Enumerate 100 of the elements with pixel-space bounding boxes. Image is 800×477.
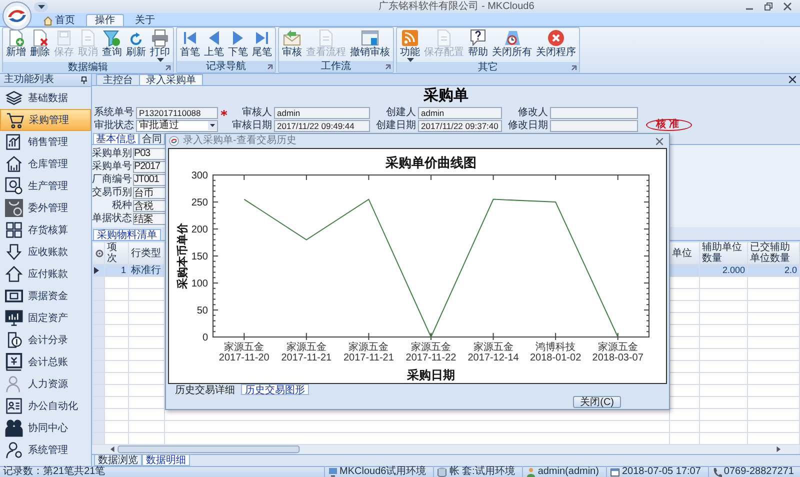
sidebar-item[interactable]: 生产管理 — [0, 175, 91, 197]
ribbon-button[interactable]: 刷新 — [124, 29, 148, 58]
ribbon-button[interactable]: 上笔 — [202, 29, 226, 58]
status-text: MKCloud6试用环境 — [340, 466, 426, 477]
sidebar-item[interactable]: 应付账款 — [0, 263, 91, 285]
category-label: 家源五金 2017-11-21 — [344, 342, 394, 364]
ribbon-tab[interactable]: 首页 — [34, 14, 84, 26]
ribbon-tab[interactable]: 操作 — [86, 14, 124, 26]
settings-icon — [95, 248, 104, 258]
coin-icon — [5, 331, 23, 349]
form-title: 采购单 — [422, 86, 470, 106]
ribbon-button[interactable]: 功能 — [398, 29, 422, 62]
first-icon — [181, 29, 199, 47]
close-icon — [547, 29, 565, 47]
sidebar-item[interactable]: 票据资金 — [0, 285, 91, 307]
ribbon-button[interactable]: 帮助 — [466, 29, 490, 58]
sidebar-item[interactable]: 存货核算 — [0, 219, 91, 241]
ribbon-button[interactable]: 审核 — [280, 29, 304, 58]
tick-label: 0 — [202, 332, 208, 344]
restore-icon[interactable] — [764, 2, 773, 11]
text-field[interactable] — [550, 106, 638, 119]
section-tab[interactable]: 基本信息 — [93, 133, 139, 144]
section-tab[interactable]: 采购物料清单 — [93, 229, 161, 240]
close-button[interactable]: 关闭(C) — [573, 396, 621, 408]
dropdown-field[interactable]: 审批通过 — [136, 120, 218, 132]
home-icon — [43, 16, 53, 26]
text-field[interactable]: 2017/11/22 09:37:40 — [418, 120, 502, 132]
monitor-icon — [5, 309, 23, 327]
field-label: 厂商编号 — [92, 174, 133, 186]
sidebar-item[interactable]: 采购管理 — [0, 109, 91, 131]
magnifier-icon — [5, 177, 23, 195]
ribbon-button[interactable]: 查询 — [100, 29, 124, 58]
close-icon[interactable] — [656, 138, 663, 144]
tick-label: 150 — [191, 252, 208, 262]
scrollbar[interactable] — [92, 445, 799, 454]
book-icon — [5, 353, 23, 371]
view-tab[interactable]: 数据浏览 — [94, 455, 142, 466]
sidebar-item[interactable]: 委外管理 — [0, 197, 91, 219]
field-label: 系统单号 — [93, 107, 135, 119]
ribbon-button[interactable]: 首笔 — [178, 29, 202, 58]
down-arrow-icon — [5, 243, 23, 261]
field-label: 创建人 — [385, 107, 417, 119]
view-tab[interactable]: 历史交易详细 — [171, 384, 239, 395]
logo-icon[interactable] — [2, 1, 32, 31]
text-field[interactable]: admin — [418, 106, 502, 119]
user-icon — [526, 467, 536, 477]
ribbon-button[interactable]: 尾笔 — [250, 29, 274, 58]
ribbon-button[interactable]: 关闭程序 — [534, 29, 578, 58]
document-tab[interactable]: 录入采购单 — [139, 74, 203, 86]
cart-icon — [6, 111, 24, 129]
view-tab[interactable]: 数据明细 — [142, 455, 190, 466]
launcher-icon[interactable] — [385, 64, 391, 70]
launcher-icon[interactable] — [571, 65, 577, 71]
text-field[interactable] — [550, 120, 638, 132]
ribbon-tab[interactable]: 关于 — [126, 14, 164, 26]
launcher-icon[interactable] — [267, 64, 273, 70]
quick-access-button[interactable] — [34, 2, 48, 12]
sidebar-item[interactable]: 固定资产 — [0, 307, 91, 329]
phone-icon — [712, 467, 722, 477]
document-tab[interactable]: 主控台 — [96, 74, 140, 86]
person-icon — [5, 375, 23, 393]
sidebar-item[interactable]: 协同中心 — [0, 417, 91, 439]
field-label: 修改人 — [517, 107, 549, 119]
sidebar-item[interactable]: 基础数据 — [0, 87, 91, 109]
chart-title: 采购单价曲线图 — [386, 155, 476, 170]
sidebar-item[interactable]: 会计分录 — [0, 329, 91, 351]
pin-icon[interactable] — [81, 76, 87, 84]
field-label: 交易币别 — [92, 187, 133, 199]
column-header: 项次 — [107, 242, 117, 264]
view-tab[interactable]: 历史交易图形 — [241, 384, 309, 395]
section-tab[interactable]: 合同 — [139, 133, 165, 144]
sidebar-item[interactable]: 销售管理 — [0, 131, 91, 153]
sidebar-item[interactable]: 系统管理 — [0, 439, 91, 461]
text-field[interactable]: admin — [274, 106, 370, 119]
close-icon[interactable] — [789, 76, 796, 84]
ribbon-button[interactable]: 打印 — [148, 29, 172, 62]
ribbon-button[interactable]: 下笔 — [226, 29, 250, 58]
column-header: 辅助单位数量 — [702, 242, 742, 264]
column-header: 已交辅助单位数量 — [750, 242, 790, 264]
launcher-icon[interactable] — [165, 65, 171, 71]
sidebar-item[interactable]: 应收账款 — [0, 241, 91, 263]
logo-icon — [169, 136, 179, 146]
ribbon-button[interactable]: 新增 — [4, 29, 28, 58]
calendar-icon — [610, 467, 620, 477]
status-text: 帐 套:试用环境 — [449, 466, 515, 477]
window-title: 广东铭科软件有限公司 - MKCloud6 — [378, 0, 536, 12]
tick-label: 100 — [191, 278, 208, 290]
text-field[interactable]: 2017/11/22 09:49:44 — [274, 120, 370, 132]
printer-icon — [151, 29, 169, 47]
ribbon-button[interactable]: 撤销审核 — [348, 29, 392, 58]
ribbon-button[interactable]: 关闭所有 — [490, 29, 534, 58]
sidebar-item[interactable]: 仓库管理 — [0, 153, 91, 175]
add-document-icon — [7, 29, 25, 47]
sidebar-item[interactable]: 办公自动化 — [0, 395, 91, 417]
sidebar-item[interactable]: 人力资源 — [0, 373, 91, 395]
text-field[interactable]: P132017110088 — [136, 106, 218, 119]
close-icon[interactable] — [783, 2, 792, 11]
ribbon-button[interactable]: 删除 — [28, 29, 52, 58]
sidebar-item[interactable]: 会计总账 — [0, 351, 91, 373]
id-card-icon — [5, 397, 23, 415]
